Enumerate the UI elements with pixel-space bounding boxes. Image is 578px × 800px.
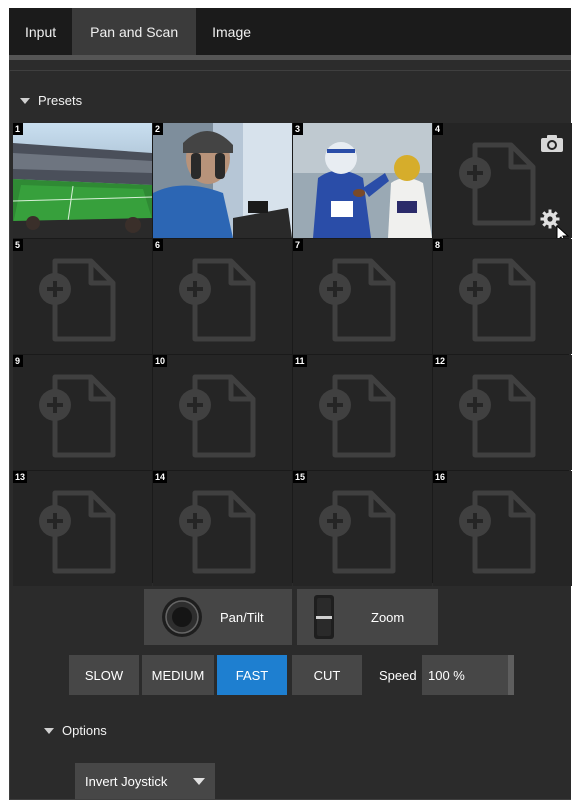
- tab-input[interactable]: Input: [9, 8, 72, 55]
- preset-slot-16[interactable]: 16: [433, 471, 572, 586]
- preset-number: 15: [293, 471, 308, 483]
- add-preset-icon: [319, 258, 396, 342]
- preset-number: 5: [13, 239, 23, 251]
- speed-label: Speed: [379, 668, 417, 683]
- quarterback-thumbnail: [293, 123, 432, 238]
- preset-slot-10[interactable]: 10: [153, 355, 292, 470]
- zoom-button[interactable]: Zoom: [297, 589, 438, 645]
- tab-image-label: Image: [212, 23, 252, 40]
- collapse-triangle-icon: [20, 97, 30, 104]
- speed-input[interactable]: 100 %: [422, 655, 514, 695]
- preset-number: 11: [293, 355, 307, 367]
- invert-joystick-dropdown[interactable]: Invert Joystick: [75, 763, 215, 799]
- add-preset-icon: [319, 374, 396, 458]
- tab-image[interactable]: Image: [196, 8, 267, 55]
- collapse-triangle-icon: [44, 727, 54, 734]
- presets-title: Presets: [38, 93, 83, 108]
- speed-fast-button[interactable]: FAST: [217, 655, 287, 695]
- camera-icon[interactable]: [540, 133, 564, 153]
- preset-slot-7[interactable]: 7: [293, 239, 432, 354]
- preset-slot-15[interactable]: 15: [293, 471, 432, 586]
- preset-number: 7: [293, 239, 303, 251]
- preset-slot-2[interactable]: 2: [153, 123, 292, 238]
- tab-bar: Input Pan and Scan Image: [9, 8, 571, 55]
- preset-slot-6[interactable]: 6: [153, 239, 292, 354]
- preset-number: 8: [433, 239, 443, 251]
- preset-number: 16: [433, 471, 448, 483]
- preset-number: 10: [153, 355, 168, 367]
- preset-number: 6: [153, 239, 163, 251]
- invert-joystick-label: Invert Joystick: [85, 773, 168, 789]
- preset-number: 4: [433, 123, 443, 135]
- preset-number: 2: [153, 123, 163, 135]
- stadium-thumbnail: [13, 123, 152, 238]
- preset-number: 3: [293, 123, 303, 135]
- preset-number: 12: [433, 355, 448, 367]
- pan-tilt-label: Pan/Tilt: [220, 609, 264, 625]
- add-preset-icon: [179, 490, 256, 574]
- options-title: Options: [62, 723, 107, 738]
- presets-grid: 1 2 3 4 5 6 7 8 9 10 11 12 13 14 15 16: [13, 123, 572, 586]
- preset-slot-4[interactable]: 4: [433, 123, 572, 238]
- panel-inner: Presets 1 2 3 4 5 6 7 8 9 10 11 12 13 14…: [9, 70, 572, 800]
- add-preset-icon: [459, 142, 536, 226]
- zoom-rocker-icon: [314, 595, 334, 639]
- add-preset-icon: [459, 258, 536, 342]
- mouse-cursor-icon: [556, 225, 570, 238]
- preset-slot-5[interactable]: 5: [13, 239, 152, 354]
- chevron-down-icon: [193, 778, 205, 785]
- pan-tilt-button[interactable]: Pan/Tilt: [144, 589, 292, 645]
- preset-slot-13[interactable]: 13: [13, 471, 152, 586]
- preset-number: 14: [153, 471, 168, 483]
- add-preset-icon: [39, 258, 116, 342]
- speed-value: 100 %: [428, 667, 465, 683]
- preset-slot-9[interactable]: 9: [13, 355, 152, 470]
- tab-pan-and-scan-label: Pan and Scan: [90, 23, 179, 40]
- preset-slot-8[interactable]: 8: [433, 239, 572, 354]
- add-preset-icon: [39, 374, 116, 458]
- options-header[interactable]: Options: [44, 723, 107, 738]
- speed-medium-label: MEDIUM: [151, 667, 205, 683]
- zoom-label: Zoom: [371, 609, 405, 625]
- tab-input-label: Input: [25, 23, 57, 40]
- speed-slow-label: SLOW: [84, 667, 124, 683]
- camera-operator-thumbnail: [153, 123, 292, 238]
- presets-header[interactable]: Presets: [20, 93, 82, 108]
- preset-number: 1: [13, 123, 23, 135]
- preset-number: 9: [13, 355, 23, 367]
- speed-cut-button[interactable]: CUT: [292, 655, 362, 695]
- add-preset-icon: [459, 490, 536, 574]
- add-preset-icon: [39, 490, 116, 574]
- add-preset-icon: [179, 374, 256, 458]
- preset-slot-12[interactable]: 12: [433, 355, 572, 470]
- tab-pan-and-scan[interactable]: Pan and Scan: [72, 8, 197, 55]
- add-preset-icon: [319, 490, 396, 574]
- preset-slot-11[interactable]: 11: [293, 355, 432, 470]
- preset-slot-14[interactable]: 14: [153, 471, 292, 586]
- add-preset-icon: [459, 374, 536, 458]
- speed-cut-label: CUT: [313, 667, 341, 683]
- add-preset-icon: [179, 258, 256, 342]
- preset-slot-1[interactable]: 1: [13, 123, 152, 238]
- speed-fast-label: FAST: [235, 667, 269, 683]
- speed-slow-button[interactable]: SLOW: [69, 655, 139, 695]
- pan-and-scan-panel: Presets 1 2 3 4 5 6 7 8 9 10 11 12 13 14…: [9, 60, 572, 800]
- preset-slot-3[interactable]: 3: [293, 123, 432, 238]
- speed-medium-button[interactable]: MEDIUM: [142, 655, 214, 695]
- preset-number: 13: [13, 471, 28, 483]
- joystick-icon: [162, 597, 202, 637]
